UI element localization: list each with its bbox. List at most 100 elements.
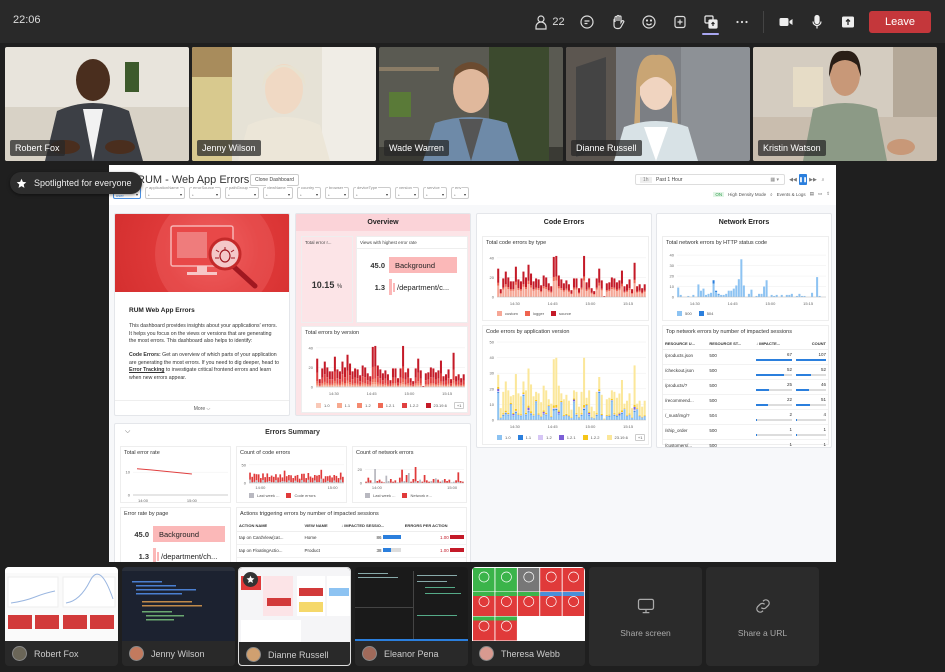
participants-button[interactable]: 22 (527, 0, 571, 43)
time-range-selector[interactable]: 1h Past 1 Hour ▦ ▾ (635, 174, 785, 185)
legend-item[interactable]: 1.2.1 (377, 403, 395, 409)
share-screen-button[interactable]: Share screen (589, 567, 702, 666)
reactions-button[interactable] (633, 0, 664, 43)
table-row[interactable]: /_nuxt/img/? 504 2 4 (663, 409, 828, 425)
table-row[interactable]: tap on CardView(cat... Home 86 1.00 (237, 531, 466, 545)
tv-icon[interactable]: ▭ (818, 191, 822, 197)
leave-button[interactable]: Leave (869, 10, 931, 33)
filter-errorSource[interactable]: errorSource * ▾ (189, 185, 221, 199)
high-density-toggle[interactable]: ON (713, 191, 725, 197)
table-row[interactable]: /products/? 500 25 46 (663, 379, 828, 395)
share-button[interactable] (695, 0, 726, 43)
legend-item[interactable]: 1.2.2 (401, 403, 419, 409)
rewind-icon[interactable]: ◀◀ (789, 174, 797, 185)
table-row[interactable]: /checkout.json 500 52 52 (663, 364, 828, 380)
filter-browser[interactable]: browser * ▾ (325, 185, 349, 199)
legend-item[interactable]: 1.0 (497, 435, 511, 441)
legend-item[interactable]: 23.19.6 (425, 403, 447, 409)
bar-segment (535, 399, 538, 402)
legend-item[interactable]: custom (497, 311, 518, 317)
legend-item[interactable]: 504 (698, 311, 713, 317)
table-row[interactable]: /ship_order 500 1 1 (663, 424, 828, 440)
filter-country[interactable]: country * ▾ (297, 185, 321, 199)
apps-button[interactable] (664, 0, 695, 43)
video-tile[interactable]: Dianne Russell (566, 47, 750, 161)
legend-item[interactable]: logger (524, 311, 544, 317)
legend-item[interactable]: +1 (634, 434, 646, 441)
bar-segment (512, 413, 515, 415)
column-header[interactable]: ↓ IMPACTED SESSIO... (339, 520, 403, 532)
video-tile[interactable]: Robert Fox (5, 47, 189, 161)
table-row[interactable]: /products.json 500 67 107 (663, 349, 828, 365)
table-row[interactable]: /customers/... 500 1 1 (663, 439, 828, 447)
video-tile[interactable]: Wade Warren (379, 47, 563, 161)
chat-button[interactable] (571, 0, 602, 43)
filter-service[interactable]: service * ▾ (423, 185, 447, 199)
share-url-button[interactable]: Share a URL (706, 567, 819, 666)
raise-hand-button[interactable] (602, 0, 633, 43)
toplist-row[interactable]: 1.3/department/ch... (121, 548, 225, 562)
legend-item[interactable]: 500 (677, 311, 692, 317)
filter-env[interactable]: env * ▾ (451, 185, 469, 199)
legend-item[interactable]: Last week ... (365, 493, 395, 499)
bar-segment (522, 394, 525, 395)
legend-item[interactable]: Code errors (286, 493, 316, 499)
share-tile[interactable]: Eleanor Pena (355, 567, 468, 666)
toplist-row[interactable]: 45.0 Background (357, 257, 457, 273)
zoom-icon[interactable]: ⌕ (819, 174, 827, 185)
filter-version[interactable]: version * ▾ (395, 185, 419, 199)
legend-item[interactable]: 1.2 (357, 403, 371, 409)
filter-viewName[interactable]: viewName * ▾ (263, 185, 293, 199)
column-header[interactable]: ACTION NAME (237, 520, 303, 532)
legend-item[interactable]: Last week ... (249, 493, 279, 499)
camera-button[interactable] (770, 0, 801, 43)
overview-title: Overview (296, 214, 470, 231)
legend-swatch (677, 311, 682, 317)
column-header[interactable]: VIEW NAME (302, 520, 340, 532)
legend-item[interactable]: 1.2.1 (558, 435, 576, 441)
mic-button[interactable] (801, 0, 832, 43)
video-tile[interactable]: Kristin Watson (753, 47, 937, 161)
table-row[interactable]: tap on FloatingActio... Product 38 1.00 (237, 544, 466, 558)
legend-item[interactable]: source (551, 311, 571, 317)
table-row[interactable]: /recommend... 500 22 51 (663, 394, 828, 410)
more-options-button[interactable] (726, 0, 757, 43)
share-tile[interactable]: Jenny Wilson (122, 567, 235, 666)
legend-item[interactable]: 1.1 (517, 435, 531, 441)
forward-icon[interactable]: ▶▶ (809, 174, 817, 185)
bar-segment (512, 416, 515, 420)
legend-item[interactable]: 1.2 (538, 435, 552, 441)
bar-segment (381, 380, 384, 385)
filter-pathGroup[interactable]: pathGroup * ▾ (225, 185, 259, 199)
video-tile[interactable]: Jenny Wilson (192, 47, 376, 161)
bar-segment (429, 383, 432, 385)
more-button[interactable]: More ⌵ (115, 400, 289, 412)
share-tile-selected[interactable]: Dianne Russell (238, 567, 351, 666)
column-header[interactable]: COUNT (794, 338, 828, 350)
legend-item[interactable]: Network e... (402, 493, 432, 499)
column-header[interactable]: RESOURCE U... (663, 338, 708, 350)
filter-applicationName[interactable]: applicationName * ▾ (145, 185, 185, 199)
filter-deviceType[interactable]: deviceType * ▾ (353, 185, 391, 199)
export-icon[interactable]: ⇪ (826, 191, 830, 197)
x-tick-label: 15:15 (442, 391, 453, 396)
events-logs-link[interactable]: Events & Logs (777, 192, 806, 197)
legend-item[interactable]: 1.1 (336, 403, 350, 409)
keyboard-icon[interactable]: ▤ (810, 191, 814, 197)
legend-item[interactable]: +1 (453, 402, 465, 409)
share-tray-button[interactable] (832, 0, 863, 43)
bar-segment (497, 391, 500, 392)
column-header[interactable]: ↓ IMPACTE... (754, 338, 794, 350)
toplist-row[interactable]: 1.3/department/c... (357, 279, 457, 295)
legend-item[interactable]: 1.0 (316, 403, 330, 409)
error-tracking-link[interactable]: Error Tracking (129, 367, 164, 373)
bar-segment (361, 382, 364, 385)
share-tile[interactable]: Robert Fox (5, 567, 118, 666)
pause-icon[interactable]: ❚❚ (799, 174, 807, 185)
toplist-row[interactable]: 45.0 Background (121, 526, 225, 542)
column-header[interactable]: RESOURCE ST... (707, 338, 754, 350)
legend-item[interactable]: 1.2.2 (582, 435, 600, 441)
legend-item[interactable]: 23.19.6 (606, 435, 628, 441)
column-header[interactable]: ERRORS PER ACTION (402, 520, 466, 532)
share-tile[interactable]: Theresa Webb (472, 567, 585, 666)
